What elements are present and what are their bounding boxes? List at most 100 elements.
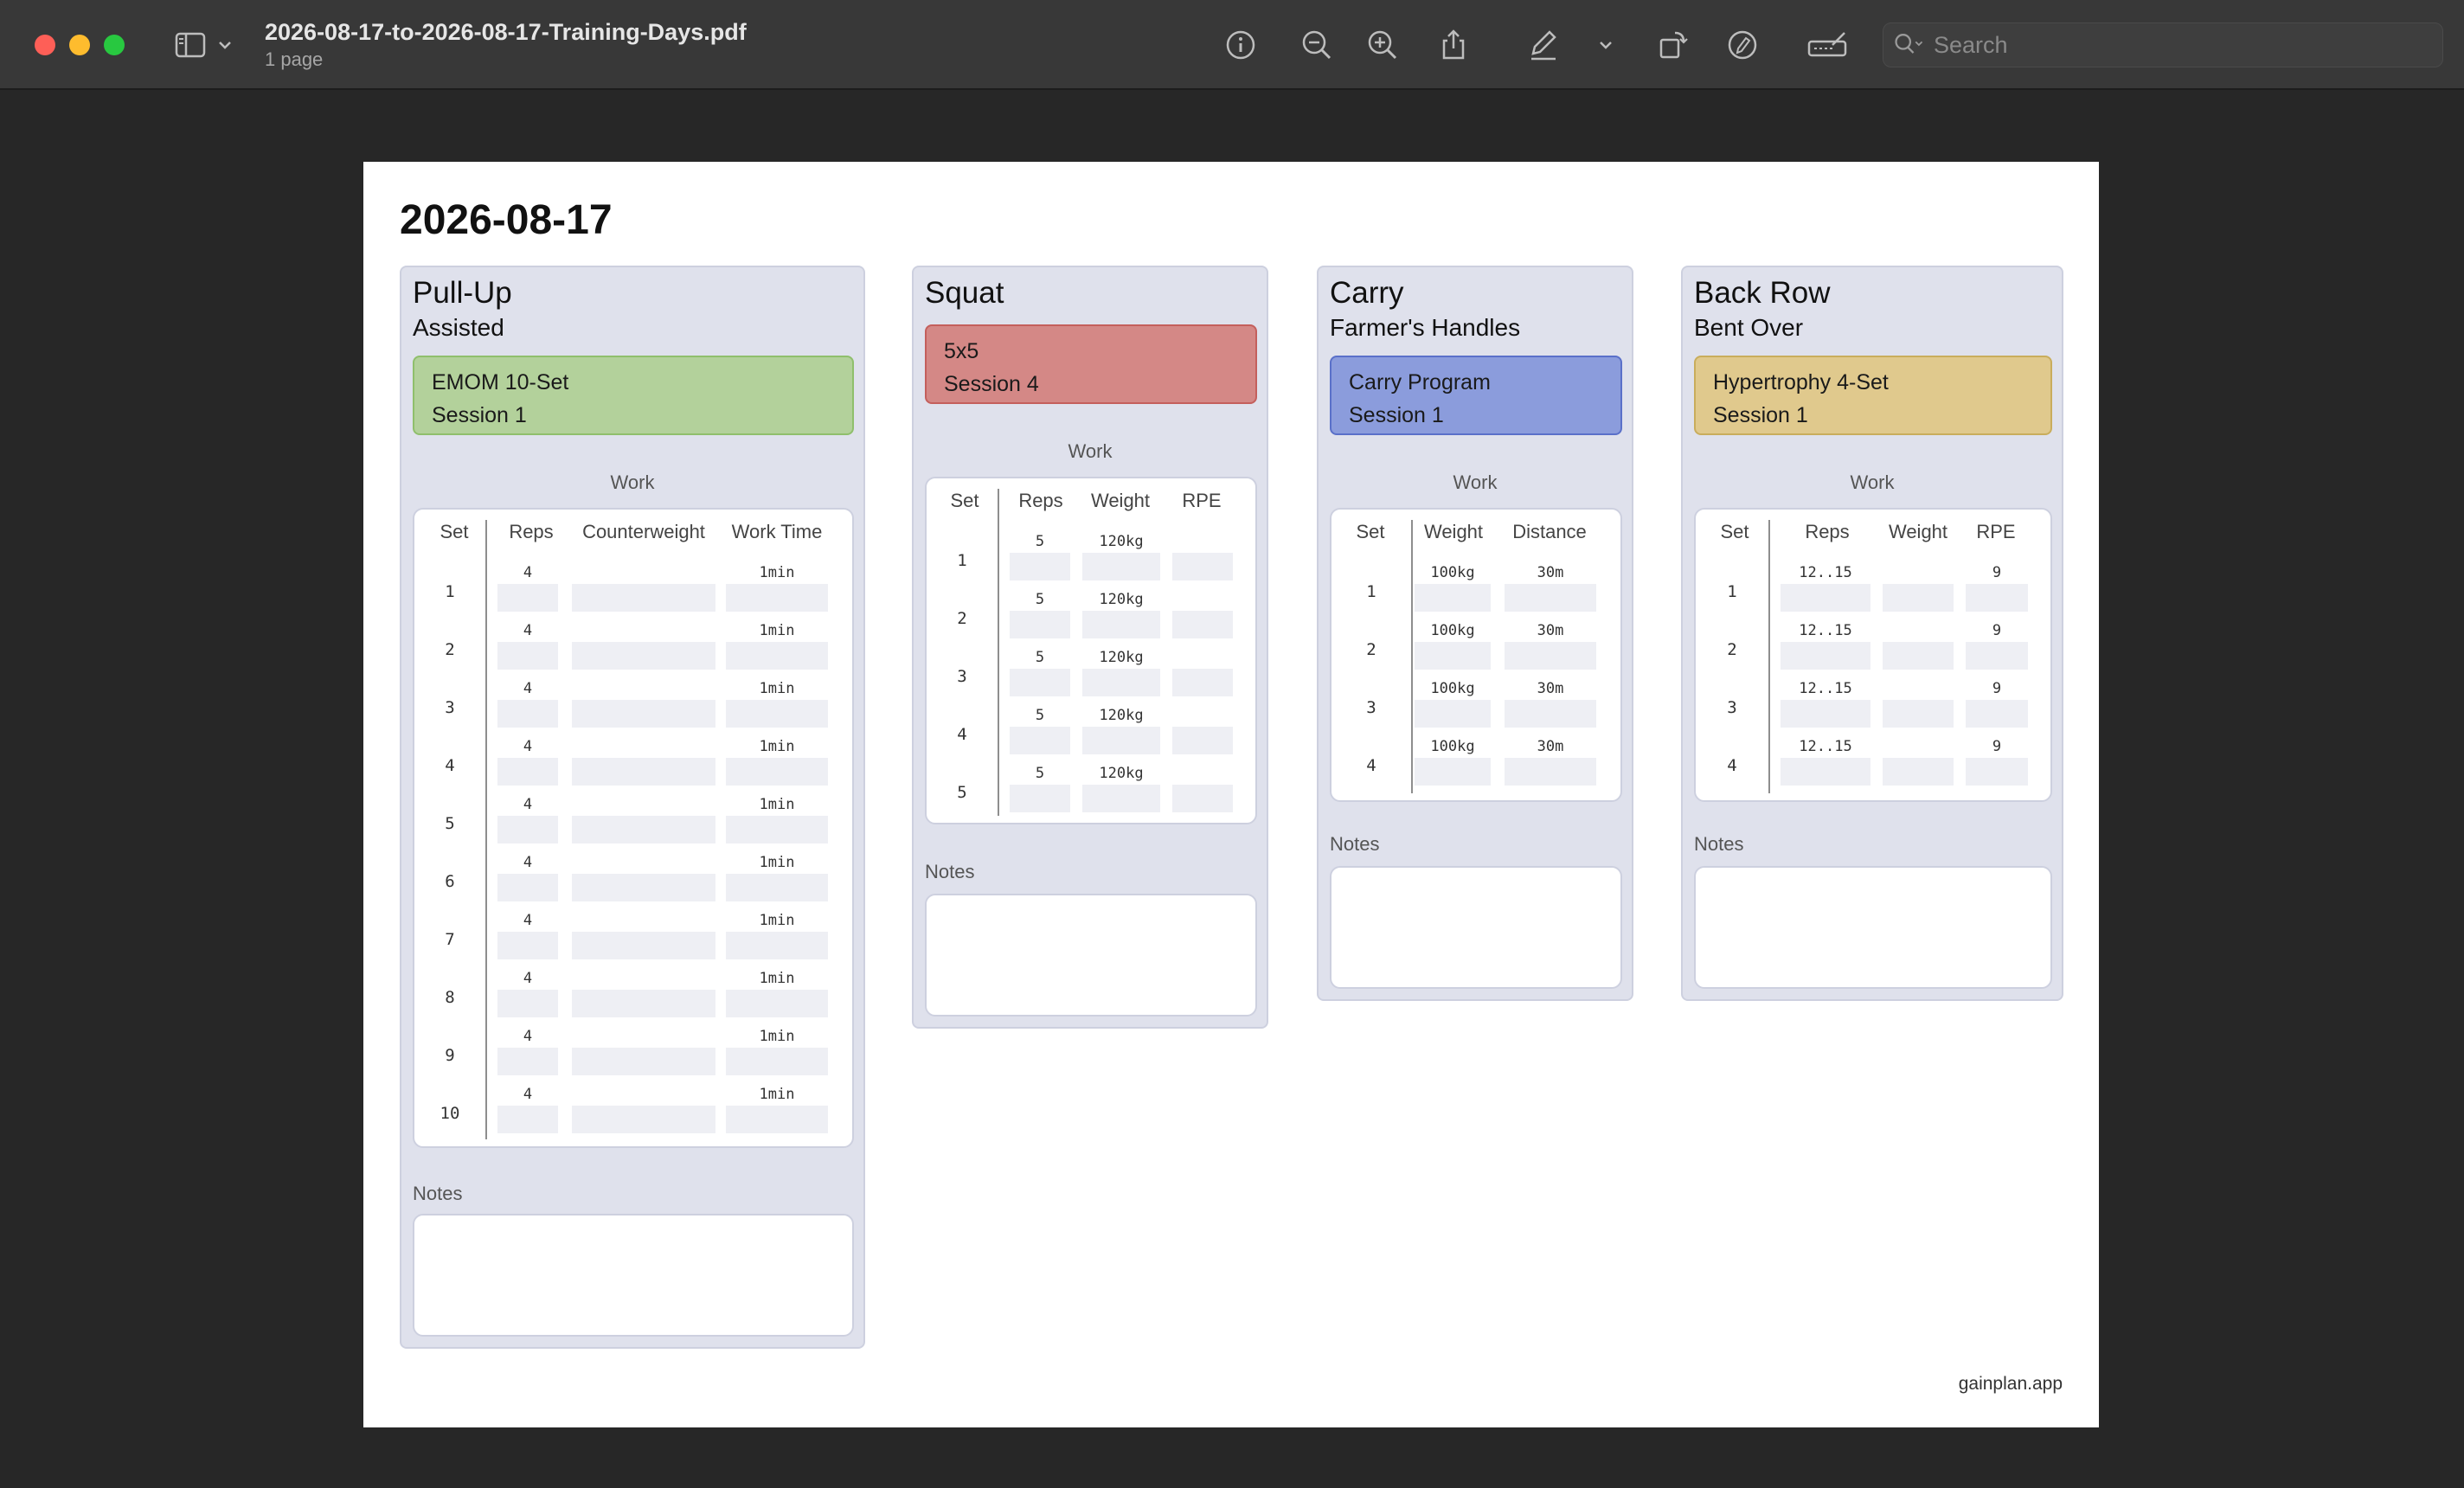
- entry-cell[interactable]: [1781, 642, 1870, 670]
- target-value: [572, 563, 715, 582]
- entry-cell[interactable]: [1010, 611, 1070, 638]
- target-value: 9: [1992, 564, 2002, 581]
- entry-cell[interactable]: [726, 758, 828, 786]
- entry-cell[interactable]: [572, 1106, 715, 1133]
- entry-cell[interactable]: [497, 1048, 558, 1075]
- notes-field[interactable]: [413, 1214, 854, 1337]
- entry-cell[interactable]: [1505, 584, 1596, 612]
- entry-cell[interactable]: [497, 816, 558, 843]
- entry-cell[interactable]: [1082, 727, 1160, 754]
- entry-cell[interactable]: [1010, 669, 1070, 696]
- set-number: 7: [445, 930, 455, 949]
- close-window-button[interactable]: [35, 35, 55, 55]
- entry-cell[interactable]: [1082, 785, 1160, 812]
- entry-cell[interactable]: [497, 700, 558, 728]
- set-number: 8: [445, 988, 455, 1007]
- target-value: 1min: [759, 912, 795, 929]
- zoom-out-icon[interactable]: [1296, 24, 1338, 66]
- minimize-window-button[interactable]: [69, 35, 90, 55]
- entry-cell[interactable]: [497, 642, 558, 670]
- markup-pen-icon[interactable]: [1523, 24, 1564, 66]
- entry-cell[interactable]: [1883, 584, 1954, 612]
- entry-cell[interactable]: [1172, 553, 1233, 580]
- entry-cell[interactable]: [1082, 669, 1160, 696]
- entry-cell[interactable]: [572, 816, 715, 843]
- rotate-icon[interactable]: [1652, 24, 1694, 66]
- entry-cell[interactable]: [572, 700, 715, 728]
- entry-cell[interactable]: [1415, 642, 1491, 670]
- entry-cell[interactable]: [497, 932, 558, 959]
- chevron-down-icon[interactable]: [213, 24, 237, 66]
- target-value: 5: [1035, 765, 1045, 782]
- sidebar-icon[interactable]: [170, 24, 211, 66]
- share-icon[interactable]: [1433, 24, 1474, 66]
- work-table: Set Reps Counterweight Work Time 1 4 1min 2…: [413, 508, 854, 1148]
- entry-cell[interactable]: [572, 874, 715, 901]
- entry-cell[interactable]: [1010, 727, 1070, 754]
- entry-cell[interactable]: [1966, 584, 2028, 612]
- entry-cell[interactable]: [726, 990, 828, 1017]
- search-input[interactable]: [1934, 31, 2418, 59]
- entry-cell[interactable]: [1505, 642, 1596, 670]
- entry-cell[interactable]: [1505, 700, 1596, 728]
- entry-cell[interactable]: [1883, 700, 1954, 728]
- entry-cell[interactable]: [1415, 584, 1491, 612]
- entry-cell[interactable]: [1883, 642, 1954, 670]
- entry-cell[interactable]: [1781, 584, 1870, 612]
- entry-cell[interactable]: [572, 758, 715, 786]
- entry-cell[interactable]: [572, 932, 715, 959]
- search-field[interactable]: [1883, 22, 2443, 67]
- entry-cell[interactable]: [1781, 700, 1870, 728]
- target-value: 30m: [1537, 738, 1564, 755]
- form-signature-icon[interactable]: [1803, 24, 1851, 66]
- entry-cell[interactable]: [726, 932, 828, 959]
- footer-brand: gainplan.app: [1958, 1374, 2063, 1394]
- entry-cell[interactable]: [726, 584, 828, 612]
- entry-cell[interactable]: [1966, 758, 2028, 786]
- entry-cell[interactable]: [572, 642, 715, 670]
- entry-cell[interactable]: [1883, 758, 1954, 786]
- entry-cell[interactable]: [497, 584, 558, 612]
- entry-cell[interactable]: [497, 874, 558, 901]
- program-session: Session 4: [944, 372, 1039, 396]
- exercise-variant: Assisted: [413, 314, 504, 341]
- column-header-set: Set: [440, 521, 469, 542]
- entry-cell[interactable]: [1010, 785, 1070, 812]
- entry-cell[interactable]: [497, 990, 558, 1017]
- entry-cell[interactable]: [1505, 758, 1596, 786]
- pen-circle-icon[interactable]: [1722, 24, 1763, 66]
- entry-cell[interactable]: [1415, 700, 1491, 728]
- target-value: 4: [523, 970, 533, 987]
- entry-cell[interactable]: [726, 1048, 828, 1075]
- entry-cell[interactable]: [726, 1106, 828, 1133]
- target-value: [572, 795, 715, 814]
- entry-cell[interactable]: [1415, 758, 1491, 786]
- entry-cell[interactable]: [572, 990, 715, 1017]
- entry-cell[interactable]: [497, 1106, 558, 1133]
- entry-cell[interactable]: [1172, 785, 1233, 812]
- program-name: EMOM 10-Set: [432, 370, 569, 394]
- entry-cell[interactable]: [1010, 553, 1070, 580]
- entry-cell[interactable]: [1781, 758, 1870, 786]
- entry-cell[interactable]: [1172, 611, 1233, 638]
- entry-cell[interactable]: [572, 1048, 715, 1075]
- notes-field[interactable]: [1330, 866, 1622, 989]
- entry-cell[interactable]: [497, 758, 558, 786]
- entry-cell[interactable]: [726, 816, 828, 843]
- entry-cell[interactable]: [1082, 611, 1160, 638]
- entry-cell[interactable]: [726, 700, 828, 728]
- zoom-window-button[interactable]: [104, 35, 125, 55]
- entry-cell[interactable]: [1966, 642, 2028, 670]
- entry-cell[interactable]: [1082, 553, 1160, 580]
- notes-field[interactable]: [1694, 866, 2052, 989]
- entry-cell[interactable]: [726, 874, 828, 901]
- zoom-in-icon[interactable]: [1362, 24, 1403, 66]
- entry-cell[interactable]: [726, 642, 828, 670]
- notes-field[interactable]: [925, 894, 1257, 1017]
- entry-cell[interactable]: [572, 584, 715, 612]
- entry-cell[interactable]: [1966, 700, 2028, 728]
- entry-cell[interactable]: [1172, 727, 1233, 754]
- chevron-down-icon[interactable]: [1594, 24, 1618, 66]
- entry-cell[interactable]: [1172, 669, 1233, 696]
- info-icon[interactable]: [1220, 24, 1261, 66]
